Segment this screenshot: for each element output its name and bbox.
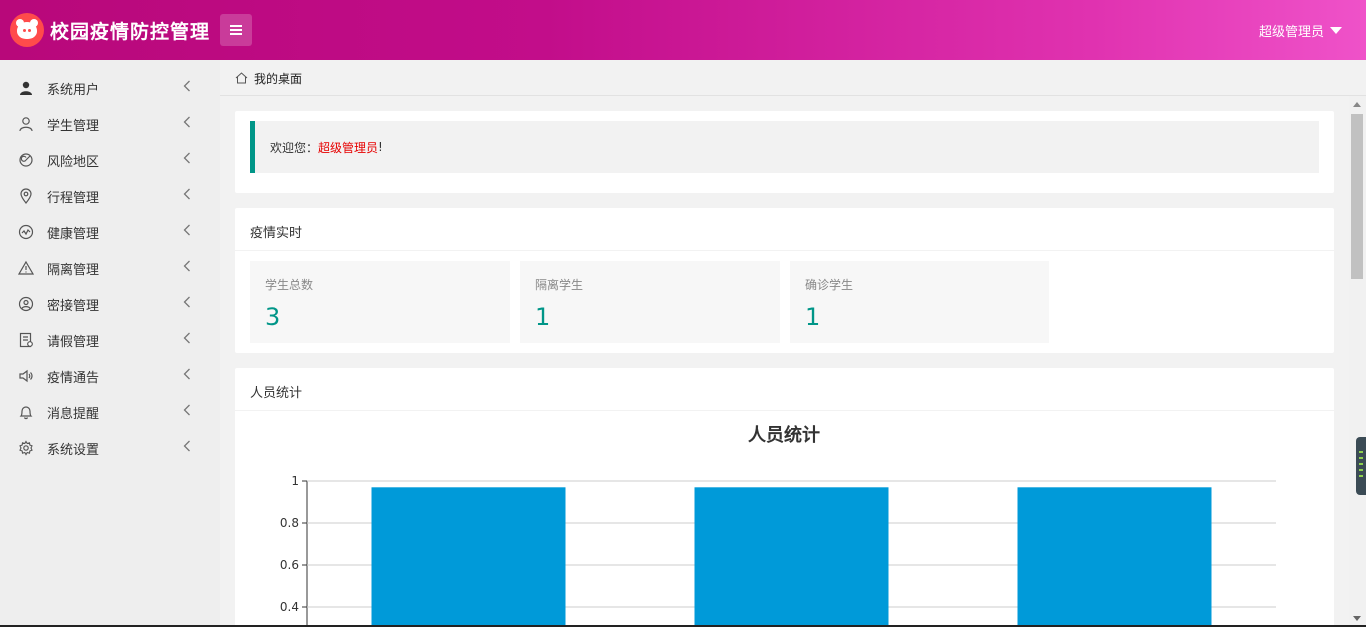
sidebar-item-0[interactable]: 系统用户 bbox=[0, 70, 220, 106]
sidebar-item-8[interactable]: 疫情通告 bbox=[0, 358, 220, 394]
sidebar-item-label: 行程管理 bbox=[47, 190, 100, 206]
gear-icon bbox=[18, 440, 34, 456]
bar-0 bbox=[371, 487, 566, 627]
menu-toggle-button[interactable] bbox=[220, 14, 252, 46]
sidebar-item-4[interactable]: 健康管理 bbox=[0, 214, 220, 250]
page-scrollbar[interactable] bbox=[1349, 96, 1366, 627]
sidebar-item-6[interactable]: 密接管理 bbox=[0, 286, 220, 322]
stats-card-title: 人员统计 bbox=[250, 386, 303, 401]
y-tick-label: 0.4 bbox=[280, 600, 299, 614]
pulse-icon bbox=[18, 224, 34, 240]
sidebar-item-10[interactable]: 系统设置 bbox=[0, 430, 220, 466]
chevron-left-icon bbox=[183, 368, 191, 384]
sidebar-item-5[interactable]: 隔离管理 bbox=[0, 250, 220, 286]
stat-isolated-students[interactable]: 隔离学生 1 bbox=[520, 261, 780, 343]
sidebar-item-label: 系统设置 bbox=[47, 442, 100, 458]
personnel-bar-chart: 人员统计 1 0.8 0.6 0.4 bbox=[280, 424, 1276, 627]
sidebar-item-1[interactable]: 学生管理 bbox=[0, 106, 220, 142]
warning-icon bbox=[18, 260, 34, 276]
radar-icon bbox=[18, 152, 34, 168]
chevron-left-icon bbox=[183, 296, 191, 312]
sidebar-item-3[interactable]: 行程管理 bbox=[0, 178, 220, 214]
sidebar-item-label: 请假管理 bbox=[47, 334, 100, 350]
chevron-left-icon bbox=[183, 188, 191, 204]
welcome-prefix: 欢迎您： bbox=[270, 140, 319, 155]
chevron-left-icon bbox=[183, 404, 191, 420]
welcome-box: 欢迎您： 超级管理员 ! bbox=[250, 121, 1319, 173]
stat-value: 3 bbox=[265, 303, 281, 331]
user-menu[interactable]: 超级管理员 bbox=[1259, 21, 1342, 40]
y-tick-label: 0.8 bbox=[280, 516, 299, 530]
welcome-suffix: ! bbox=[378, 140, 383, 154]
stat-value: 1 bbox=[535, 303, 551, 331]
user-name: 超级管理员 bbox=[1258, 25, 1324, 40]
top-header: 校园疫情防控管理 超级管理员 bbox=[0, 0, 1366, 60]
sidebar-item-label: 风险地区 bbox=[47, 154, 100, 170]
scroll-down-arrow-icon[interactable] bbox=[1353, 616, 1361, 621]
breadcrumb-label[interactable]: 我的桌面 bbox=[254, 70, 302, 87]
welcome-card: 欢迎您： 超级管理员 ! bbox=[235, 111, 1334, 193]
sidebar-item-label: 疫情通告 bbox=[47, 370, 100, 386]
stat-label: 确诊学生 bbox=[805, 278, 854, 292]
sidebar-item-label: 消息提醒 bbox=[47, 406, 100, 422]
user-outline-icon bbox=[18, 116, 34, 132]
sidebar-item-label: 隔离管理 bbox=[47, 262, 100, 278]
sidebar-item-label: 健康管理 bbox=[47, 226, 100, 242]
sidebar-item-label: 系统用户 bbox=[47, 82, 100, 98]
breadcrumb: 我的桌面 bbox=[220, 60, 1366, 96]
app-title: 校园疫情防控管理 bbox=[50, 21, 211, 43]
bear-logo-icon bbox=[10, 13, 44, 47]
card-divider bbox=[235, 250, 1334, 251]
speaker-icon bbox=[18, 368, 34, 384]
y-tick-label: 0.6 bbox=[280, 558, 299, 572]
home-icon[interactable] bbox=[235, 69, 248, 88]
sidebar-item-2[interactable]: 风险地区 bbox=[0, 142, 220, 178]
sidebar: 系统用户学生管理风险地区行程管理健康管理隔离管理密接管理请假管理疫情通告消息提醒… bbox=[0, 60, 220, 627]
chevron-left-icon bbox=[183, 332, 191, 348]
chart-title: 人员统计 bbox=[748, 424, 820, 446]
bar-2 bbox=[1017, 487, 1212, 627]
chevron-left-icon bbox=[183, 224, 191, 240]
user-solid-icon bbox=[18, 80, 34, 96]
scroll-up-arrow-icon[interactable] bbox=[1353, 102, 1361, 107]
stats-card: 人员统计 人员统计 1 0.8 0.6 0.4 bbox=[235, 368, 1334, 627]
user-circle-icon bbox=[18, 296, 34, 312]
chevron-left-icon bbox=[183, 152, 191, 168]
sidebar-item-9[interactable]: 消息提醒 bbox=[0, 394, 220, 430]
chevron-left-icon bbox=[183, 80, 191, 96]
sidebar-item-7[interactable]: 请假管理 bbox=[0, 322, 220, 358]
chevron-left-icon bbox=[183, 440, 191, 456]
welcome-name: 超级管理员 bbox=[318, 140, 379, 155]
location-pin-icon bbox=[18, 188, 34, 204]
stat-label: 学生总数 bbox=[265, 278, 314, 292]
sidebar-item-label: 密接管理 bbox=[47, 298, 100, 314]
bell-icon bbox=[18, 404, 34, 420]
stat-label: 隔离学生 bbox=[535, 278, 584, 292]
caret-down-icon bbox=[1330, 27, 1342, 34]
chevron-left-icon bbox=[183, 260, 191, 276]
floating-widget[interactable] bbox=[1356, 437, 1366, 495]
chevron-left-icon bbox=[183, 116, 191, 132]
stat-confirmed-students[interactable]: 确诊学生 1 bbox=[790, 261, 1049, 343]
realtime-title: 疫情实时 bbox=[250, 226, 303, 241]
scroll-thumb[interactable] bbox=[1351, 114, 1363, 279]
stat-value: 1 bbox=[805, 303, 821, 331]
y-tick-label: 1 bbox=[291, 474, 299, 488]
realtime-card: 疫情实时 学生总数 3 隔离学生 1 确诊学生 1 bbox=[235, 208, 1334, 353]
form-icon bbox=[18, 332, 34, 348]
stat-total-students[interactable]: 学生总数 3 bbox=[250, 261, 510, 343]
bar-1 bbox=[694, 487, 889, 627]
sidebar-item-label: 学生管理 bbox=[47, 118, 100, 134]
